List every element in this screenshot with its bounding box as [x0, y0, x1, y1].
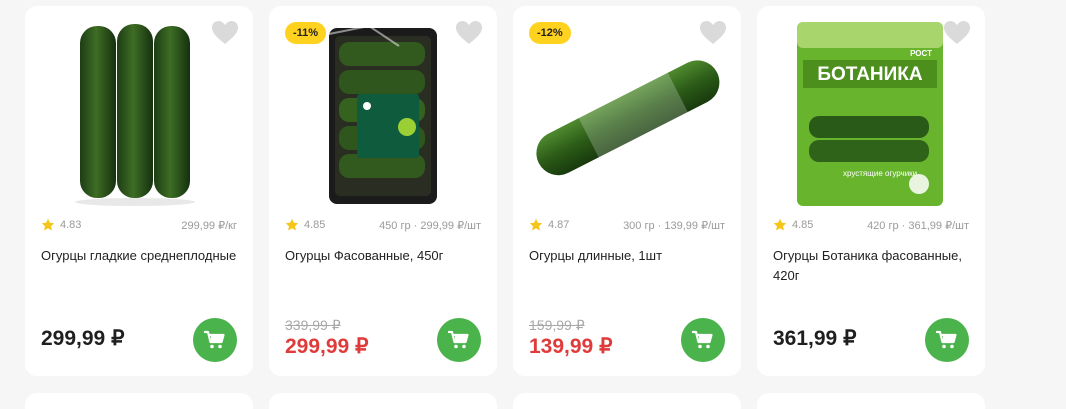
product-card[interactable]: БОТАНИКА РОСТ хрустящие огурчики 4.85 42…	[757, 6, 985, 376]
pack-brand-text: БОТАНИКА	[817, 64, 923, 85]
rating-value: 4.85	[792, 219, 814, 231]
rating-value: 4.83	[60, 219, 82, 231]
heart-icon	[456, 21, 482, 44]
product-title[interactable]: Огурцы Ботаника фасованные, 420г	[773, 246, 969, 286]
price: 361,99 ₽	[773, 327, 857, 350]
product-card-next-row[interactable]	[269, 393, 497, 409]
product-card-next-row[interactable]	[25, 393, 253, 409]
heart-icon	[212, 21, 238, 44]
favorite-button[interactable]	[211, 20, 239, 46]
star-icon	[773, 218, 787, 231]
old-price: 159,99 ₽	[529, 317, 585, 333]
cart-icon	[448, 330, 469, 349]
cart-icon	[692, 330, 713, 349]
price: 299,99 ₽	[41, 327, 125, 350]
heart-icon	[700, 21, 726, 44]
star-icon	[529, 218, 543, 231]
price: 299,99 ₽	[285, 335, 369, 358]
rating-value: 4.85	[304, 219, 326, 231]
heart-icon	[944, 21, 970, 44]
cart-icon	[204, 330, 225, 349]
price: 139,99 ₽	[529, 335, 613, 358]
add-to-cart-button[interactable]	[681, 318, 725, 362]
unit-price: 450 гр · 299,99 ₽/шт	[379, 220, 481, 232]
add-to-cart-button[interactable]	[193, 318, 237, 362]
product-title[interactable]: Огурцы гладкие среднеплодные	[41, 246, 237, 266]
product-card[interactable]: -11% 4.85 450 гр · 299,99 ₽/шт Огурцы Фа…	[269, 6, 497, 376]
product-meta: 4.85 450 гр · 299,99 ₽/шт	[285, 218, 481, 234]
product-title[interactable]: Огурцы длинные, 1шт	[529, 246, 725, 266]
product-card[interactable]: -12% 4.87 300 гр · 139,99 ₽/шт Огурцы дл…	[513, 6, 741, 376]
old-price: 339,99 ₽	[285, 317, 341, 333]
pack-crunchy-text: хрустящие огурчики	[843, 169, 917, 178]
star-icon	[41, 218, 55, 231]
discount-badge: -11%	[285, 22, 327, 44]
unit-price: 300 гр · 139,99 ₽/шт	[623, 220, 725, 232]
product-card-next-row[interactable]	[513, 393, 741, 409]
cart-icon	[936, 330, 957, 349]
product-card-next-row[interactable]	[757, 393, 985, 409]
unit-price: 420 гр · 361,99 ₽/шт	[867, 220, 969, 232]
product-card[interactable]: 4.83 299,99 ₽/кг Огурцы гладкие среднепл…	[25, 6, 253, 376]
add-to-cart-button[interactable]	[437, 318, 481, 362]
favorite-button[interactable]	[699, 20, 727, 46]
discount-badge: -12%	[529, 22, 571, 44]
unit-price: 299,99 ₽/кг	[181, 220, 237, 232]
add-to-cart-button[interactable]	[925, 318, 969, 362]
favorite-button[interactable]	[455, 20, 483, 46]
star-icon	[285, 218, 299, 231]
favorite-button[interactable]	[943, 20, 971, 46]
product-meta: 4.83 299,99 ₽/кг	[41, 218, 237, 234]
pack-rost-text: РОСТ	[910, 49, 932, 58]
rating-value: 4.87	[548, 219, 570, 231]
product-meta: 4.85 420 гр · 361,99 ₽/шт	[773, 218, 969, 234]
product-title[interactable]: Огурцы Фасованные, 450г	[285, 246, 481, 266]
product-meta: 4.87 300 гр · 139,99 ₽/шт	[529, 218, 725, 234]
